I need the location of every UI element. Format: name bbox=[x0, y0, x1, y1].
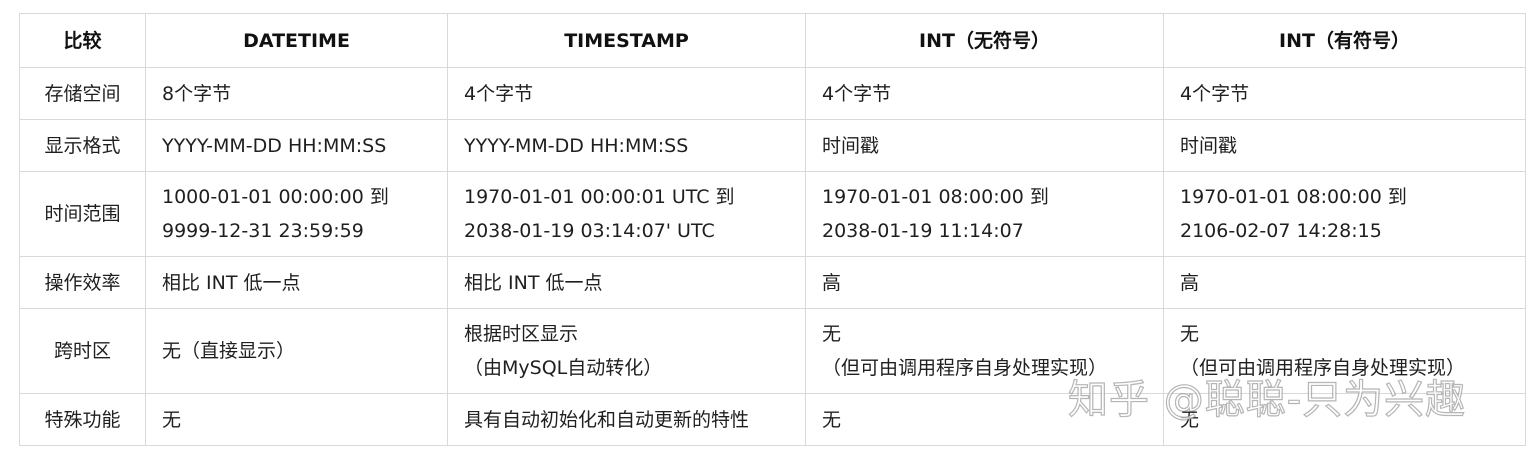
table-row: 时间范围 1000-01-01 00:00:00 到 9999-12-31 23… bbox=[19, 171, 1526, 257]
row-label-time-range: 时间范围 bbox=[19, 171, 146, 257]
table-row: 显示格式 YYYY-MM-DD HH:MM:SS YYYY-MM-DD HH:M… bbox=[19, 119, 1526, 172]
table-cell: 无 （但可由调用程序自身处理实现） bbox=[805, 308, 1164, 394]
table-cell: 4个字节 bbox=[447, 67, 806, 120]
comparison-table: 比较 DATETIME TIMESTAMP INT（无符号） INT（有符号） … bbox=[19, 13, 1526, 446]
table-cell: YYYY-MM-DD HH:MM:SS bbox=[447, 119, 806, 172]
table-cell: 无（直接显示） bbox=[145, 308, 448, 394]
table-cell: 相比 INT 低一点 bbox=[145, 256, 448, 309]
table-cell: 无 bbox=[145, 393, 448, 446]
table-cell: 无 bbox=[805, 393, 1164, 446]
table-cell: 具有自动初始化和自动更新的特性 bbox=[447, 393, 806, 446]
table-header-row: 比较 DATETIME TIMESTAMP INT（无符号） INT（有符号） bbox=[19, 13, 1526, 68]
table-cell: 8个字节 bbox=[145, 67, 448, 120]
table-cell: 相比 INT 低一点 bbox=[447, 256, 806, 309]
table-cell: 根据时区显示 （由MySQL自动转化） bbox=[447, 308, 806, 394]
header-compare: 比较 bbox=[19, 13, 146, 68]
table-row: 操作效率 相比 INT 低一点 相比 INT 低一点 高 高 bbox=[19, 256, 1526, 309]
table-cell: 4个字节 bbox=[1163, 67, 1526, 120]
header-datetime: DATETIME bbox=[145, 13, 448, 68]
table-cell: 1970-01-01 00:00:01 UTC 到 2038-01-19 03:… bbox=[447, 171, 806, 257]
table-cell: 1970-01-01 08:00:00 到 2038-01-19 11:14:0… bbox=[805, 171, 1164, 257]
table-row: 跨时区 无（直接显示） 根据时区显示 （由MySQL自动转化） 无 （但可由调用… bbox=[19, 308, 1526, 394]
header-int-unsigned: INT（无符号） bbox=[805, 13, 1164, 68]
row-label-efficiency: 操作效率 bbox=[19, 256, 146, 309]
row-label-timezone: 跨时区 bbox=[19, 308, 146, 394]
table-cell: 高 bbox=[805, 256, 1164, 309]
table-row: 存储空间 8个字节 4个字节 4个字节 4个字节 bbox=[19, 67, 1526, 120]
row-label-storage: 存储空间 bbox=[19, 67, 146, 120]
table-cell: 时间戳 bbox=[805, 119, 1164, 172]
table-cell: 1970-01-01 08:00:00 到 2106-02-07 14:28:1… bbox=[1163, 171, 1526, 257]
table-cell: 高 bbox=[1163, 256, 1526, 309]
row-label-special-feature: 特殊功能 bbox=[19, 393, 146, 446]
table-cell: 时间戳 bbox=[1163, 119, 1526, 172]
table-cell: 无 （但可由调用程序自身处理实现） bbox=[1163, 308, 1526, 394]
table-row: 特殊功能 无 具有自动初始化和自动更新的特性 无 无 bbox=[19, 393, 1526, 446]
header-int-signed: INT（有符号） bbox=[1163, 13, 1526, 68]
table-cell: 无 bbox=[1163, 393, 1526, 446]
row-label-display-format: 显示格式 bbox=[19, 119, 146, 172]
header-timestamp: TIMESTAMP bbox=[447, 13, 806, 68]
table-cell: 1000-01-01 00:00:00 到 9999-12-31 23:59:5… bbox=[145, 171, 448, 257]
table-cell: 4个字节 bbox=[805, 67, 1164, 120]
table-cell: YYYY-MM-DD HH:MM:SS bbox=[145, 119, 448, 172]
comparison-table-container: 比较 DATETIME TIMESTAMP INT（无符号） INT（有符号） … bbox=[19, 13, 1526, 446]
